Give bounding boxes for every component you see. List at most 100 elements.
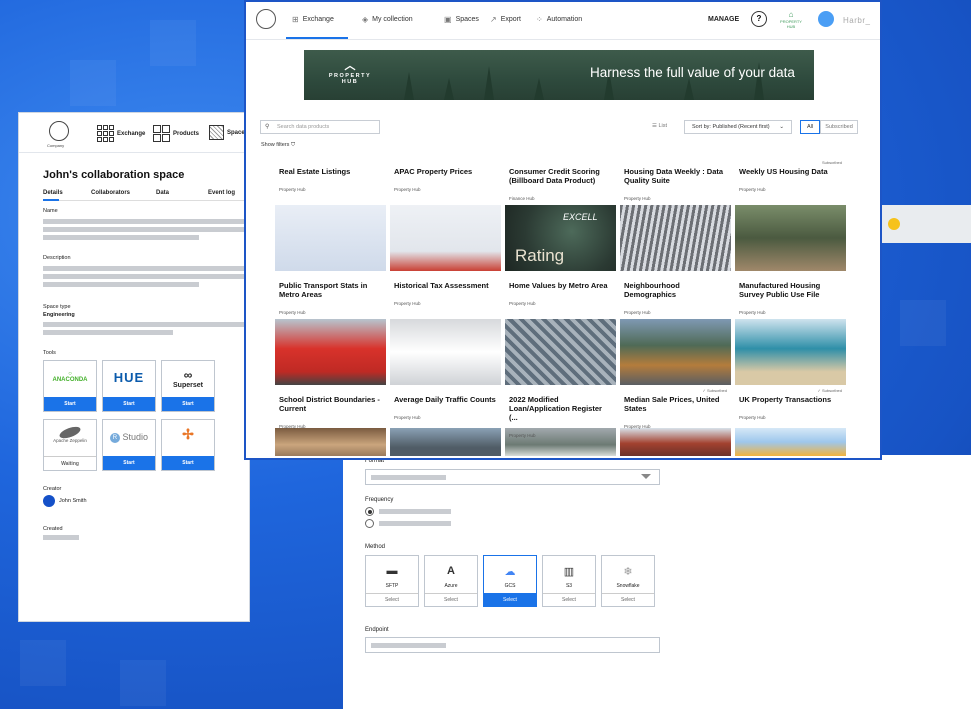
product-card-title: Weekly US Housing Data [739, 167, 828, 176]
tab-details[interactable]: Details [43, 190, 63, 196]
nav-exchange[interactable]: ⊞ Exchange [292, 15, 334, 24]
product-card[interactable]: Consumer Credit Scoring (Billboard Data … [505, 158, 616, 271]
method-card-s3[interactable]: ▥ S3 Select [542, 555, 596, 607]
products-grid-icon [153, 125, 170, 142]
product-card-publisher: Property Hub [624, 310, 651, 315]
nav-spaces[interactable]: ▣ Spaces [444, 15, 479, 24]
sort-select[interactable]: Sort by: Published (Recent first) ⌄ [684, 120, 792, 134]
tool-card-rstudio[interactable]: R Studio Start [102, 419, 156, 471]
search-placeholder: Search data products [277, 124, 330, 130]
product-card-publisher: Property Hub [279, 424, 306, 429]
tool-start-button[interactable]: Start [103, 397, 155, 411]
frequency-radio[interactable] [365, 507, 374, 516]
nav-exchange[interactable]: Exchange [97, 125, 145, 142]
tab-data[interactable]: Data [156, 190, 169, 196]
nav-automation[interactable]: ⁘ Automation [536, 15, 582, 24]
tool-name: Superset [173, 382, 203, 389]
product-card[interactable]: School District Boundaries - Current Prop… [275, 386, 386, 456]
show-filters-link[interactable]: Show filters ⛉ [261, 142, 295, 149]
user-avatar-icon[interactable] [818, 11, 834, 27]
tool-waiting-button: Waiting [44, 456, 96, 470]
help-icon[interactable]: ? [751, 11, 767, 27]
product-card[interactable]: Home Values by Metro Area Property Hub [505, 272, 616, 385]
method-select-button[interactable]: Select [484, 593, 536, 606]
nav-export[interactable]: ↗ Export [490, 15, 521, 24]
card-image-text: Rating [515, 246, 565, 265]
product-card-title: School District Boundaries - Current [279, 395, 380, 413]
method-select-button[interactable]: Select [366, 593, 418, 606]
list-view-toggle[interactable]: ☰ List [652, 123, 667, 129]
format-select[interactable] [365, 469, 660, 485]
nav-products[interactable]: Products [153, 125, 199, 142]
product-card[interactable]: APAC Property Prices Property Hub [390, 158, 501, 271]
tool-card-anaconda[interactable]: ○ ANACONDA Start [43, 360, 97, 412]
rstudio-logo-icon: R Studio [103, 432, 155, 443]
company-logo-icon[interactable] [49, 121, 69, 141]
method-card-sftp[interactable]: ▬ SFTP Select [365, 555, 419, 607]
product-card-image [505, 319, 616, 385]
product-card-publisher: Property Hub [739, 187, 766, 192]
property-hub-logo-icon[interactable]: ⌂ PROPERTY HUB [780, 10, 802, 29]
roof-icon: ︿ [344, 60, 356, 72]
method-card-azure[interactable]: A Azure Select [424, 555, 478, 607]
tool-start-button[interactable]: Start [162, 456, 214, 470]
tab-event-log[interactable]: Event log [208, 190, 235, 196]
placeholder-line [43, 235, 199, 240]
product-card-publisher: Property Hub [394, 187, 421, 192]
placeholder-line [43, 219, 248, 224]
product-card[interactable]: Average Daily Traffic Counts Property Hub [390, 386, 501, 456]
frequency-radio[interactable] [365, 519, 374, 528]
tool-name: Apache Zeppelin [53, 438, 87, 443]
product-card-publisher: Property Hub [509, 433, 536, 438]
nav-my-collection[interactable]: ◈ My collection [362, 15, 413, 24]
placeholder-line [371, 643, 446, 648]
sort-label: Sort by: Published (Recent first) [692, 124, 770, 130]
product-card[interactable]: 2022 Modified Loan/Application Register … [505, 386, 616, 456]
tool-card-superset[interactable]: ∞ Superset Start [161, 360, 215, 412]
filter-subscribed-button[interactable]: Subscribed [820, 120, 858, 134]
subscribed-badge: Subscribed [821, 160, 842, 165]
search-input[interactable]: ⚲ Search data products [260, 120, 380, 134]
method-card-snowflake[interactable]: ❄ Snowflake Select [601, 555, 655, 607]
description-label: Description [43, 255, 71, 261]
company-logo-icon[interactable] [256, 9, 276, 29]
list-icon: ☰ [652, 123, 657, 129]
product-card[interactable]: Historical Tax Assessment Property Hub [390, 272, 501, 385]
product-card[interactable]: Public Transport Stats in Metro Areas Pro… [275, 272, 386, 385]
tool-start-button[interactable]: Start [44, 397, 96, 411]
product-card-image [735, 319, 846, 385]
product-card[interactable]: Real Estate Listings Property Hub [275, 158, 386, 271]
endpoint-label: Endpoint [365, 627, 389, 633]
product-card[interactable]: UK Property Transactions Property Hub ✓ Su… [735, 386, 846, 456]
list-toggle-label: List [658, 123, 668, 129]
nav-spaces[interactable]: Space [209, 125, 245, 140]
placeholder-line [379, 509, 451, 514]
manage-button[interactable]: MANAGE [708, 16, 739, 23]
zeppelin-logo-icon: Apache Zeppelin [44, 424, 96, 443]
tool-card-hue[interactable]: HUE Start [102, 360, 156, 412]
method-select-button[interactable]: Select [602, 593, 654, 606]
product-card-image [620, 428, 731, 456]
endpoint-input[interactable] [365, 637, 660, 653]
filter-all-button[interactable]: All [800, 120, 820, 134]
product-card[interactable]: Manufactured Housing Survey Public Use F… [735, 272, 846, 385]
tool-card-zeppelin[interactable]: Apache Zeppelin Waiting [43, 419, 97, 471]
product-card[interactable]: Housing Data Weekly : Data Quality Suite… [620, 158, 731, 271]
tool-start-button[interactable]: Start [103, 456, 155, 470]
product-card[interactable]: Neighbourhood Demographics Property Hub [620, 272, 731, 385]
method-card-gcs[interactable]: ☁ GCS Select [483, 555, 537, 607]
tool-card-tableau[interactable]: ✢ Start [161, 419, 215, 471]
background-window-strip [880, 205, 971, 243]
tab-collaborators[interactable]: Collaborators [91, 190, 130, 196]
name-label: Name [43, 208, 58, 214]
method-select-button[interactable]: Select [425, 593, 477, 606]
tab-divider [43, 200, 253, 201]
creator-name[interactable]: John Smith [59, 498, 87, 504]
product-card[interactable]: Weekly US Housing Data Property Hub Subscr… [735, 158, 846, 271]
nav-exchange-label: Exchange [302, 16, 334, 23]
product-card-title: Median Sale Prices, United States [624, 395, 720, 413]
product-card[interactable]: Median Sale Prices, United States Propert… [620, 386, 731, 456]
tool-start-button[interactable]: Start [162, 397, 214, 411]
method-select-button[interactable]: Select [543, 593, 595, 606]
placeholder-line [371, 475, 446, 480]
